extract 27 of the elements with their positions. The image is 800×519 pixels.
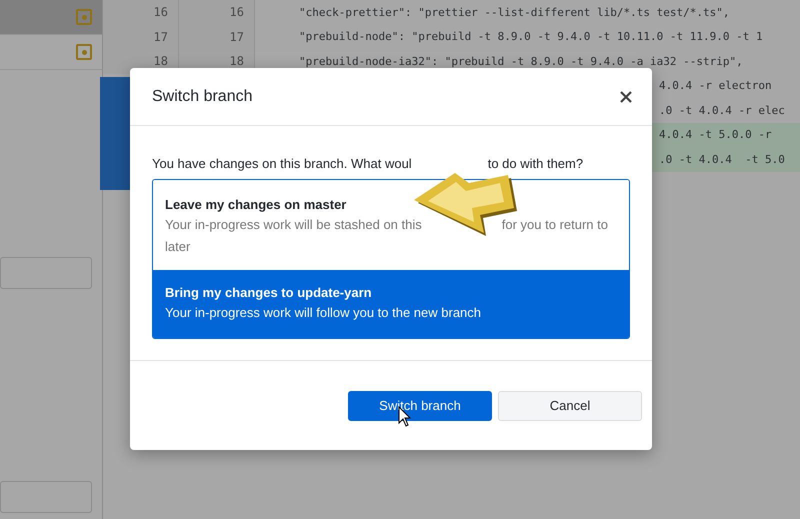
close-button[interactable] (618, 88, 634, 104)
option-item[interactable]: Bring my changes to update-yarn Your in-progress work will follow you to the new branch (153, 270, 629, 338)
dialog-title: Switch branch (152, 88, 252, 106)
cancel-button[interactable]: Cancel (498, 390, 642, 420)
line-number: 17 (103, 24, 179, 49)
code-line: "prebuild-node-ia32": "prebuild -t 8.9.0 -t 9.4.0 -a ia32 --strip", (298, 54, 743, 68)
file-row[interactable] (0, 0, 102, 35)
option-description: Your in-progress work will follow you to the new branch (165, 304, 482, 322)
switch-button[interactable]: Switch branch (348, 390, 492, 420)
code-line: "check-prettier": "prettier --list-different lib/*.ts test/*.ts", (298, 6, 730, 19)
code-line: .0 -t 4.0.4 -r elec (659, 104, 785, 117)
code-line: "prebuild-node": "prebuild -t 8.9.0 -t 9.4.0 -t 10.11.0 -t 11.9.0 -t 1 (298, 30, 763, 44)
code-line: 4.0.4 -t 5.0.0 -r (659, 128, 772, 142)
code-line: 4.0.4 -r electron (659, 79, 772, 92)
option-description: later (165, 238, 190, 256)
option-title: Bring my changes to update-yarn (165, 284, 373, 302)
line-number: 16 (179, 0, 255, 24)
option-description: Your in-progress work will be stashed on this (165, 216, 422, 234)
line-number: 16 (103, 0, 179, 24)
summary-field[interactable] (0, 256, 92, 288)
code-line: .0 -t 4.0.4 -t 5.0 (659, 152, 785, 166)
option-title: Leave my changes on master (165, 196, 348, 214)
prompt-text: to do with them? (488, 156, 584, 172)
description-field[interactable] (0, 481, 92, 513)
line-number: 17 (179, 24, 255, 49)
option-description: for you to return to (502, 216, 608, 234)
prompt-text: You have changes on this branch. What woul (152, 156, 412, 172)
